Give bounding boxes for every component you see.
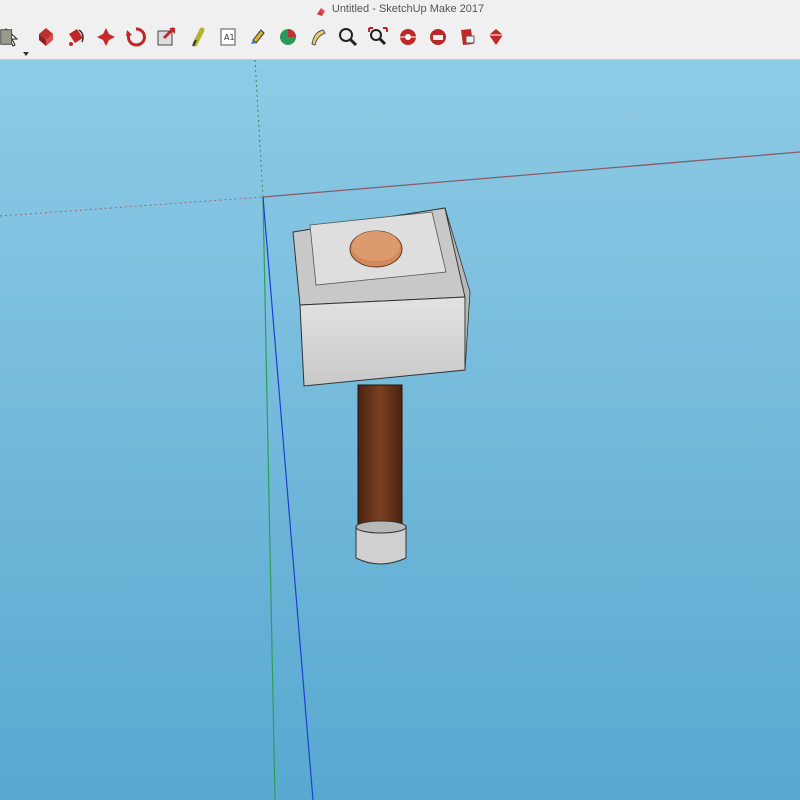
tape-measure-icon bbox=[311, 29, 326, 46]
paint-bucket-tool[interactable] bbox=[64, 25, 88, 49]
zoom-tool[interactable] bbox=[456, 25, 480, 49]
rotate-tool[interactable] bbox=[246, 25, 270, 49]
window-title: Untitled - SketchUp Make 2017 bbox=[331, 3, 485, 15]
tape-measure-tool[interactable] bbox=[306, 25, 330, 49]
text-tool[interactable] bbox=[336, 25, 360, 49]
component-icon bbox=[39, 28, 53, 46]
hammer-head-front-face[interactable] bbox=[299, 296, 466, 387]
magnifier-icon bbox=[461, 29, 475, 45]
rotate-icon bbox=[251, 29, 265, 44]
text-tool-label: A1 bbox=[224, 33, 235, 42]
follow-me-tool[interactable] bbox=[186, 25, 210, 49]
push-pull-icon bbox=[157, 26, 176, 46]
rectangle-icon bbox=[126, 27, 146, 47]
viewport-canvas bbox=[0, 60, 800, 800]
text-icon bbox=[339, 28, 358, 47]
paint-icon bbox=[368, 27, 388, 46]
chevron-down-icon[interactable] bbox=[23, 52, 29, 56]
scale-icon bbox=[280, 29, 296, 45]
eraser-tool[interactable] bbox=[94, 25, 118, 49]
orbit-tool[interactable] bbox=[396, 25, 420, 49]
orbit-icon bbox=[400, 29, 416, 45]
make-component-tool[interactable] bbox=[34, 25, 58, 49]
hand-icon bbox=[430, 29, 446, 45]
push-pull-tool[interactable] bbox=[154, 25, 178, 49]
eraser-icon bbox=[97, 28, 115, 46]
rectangle-tool[interactable] bbox=[124, 25, 148, 49]
toolbar: A1 bbox=[0, 18, 800, 60]
ruby-icon bbox=[489, 29, 503, 45]
hammer-cap-top bbox=[352, 231, 400, 261]
paint-bucket-icon bbox=[69, 29, 84, 46]
3d-warehouse-tool[interactable] bbox=[0, 25, 18, 49]
title-bar: Untitled - SketchUp Make 2017 bbox=[0, 0, 800, 18]
follow-me-icon bbox=[192, 27, 205, 47]
pan-tool[interactable] bbox=[426, 25, 450, 49]
paint-tool[interactable] bbox=[366, 25, 390, 49]
warehouse-icon bbox=[0, 29, 13, 45]
modeling-viewport[interactable] bbox=[0, 60, 800, 800]
hammer-handle[interactable] bbox=[357, 384, 403, 535]
scale-tool[interactable] bbox=[276, 25, 300, 49]
ferrule-top bbox=[355, 520, 407, 534]
move-icon: A1 bbox=[220, 28, 236, 46]
sketchup-icon bbox=[316, 4, 326, 16]
zoom-extents-tool[interactable] bbox=[484, 25, 508, 49]
move-tool[interactable]: A1 bbox=[216, 25, 240, 49]
